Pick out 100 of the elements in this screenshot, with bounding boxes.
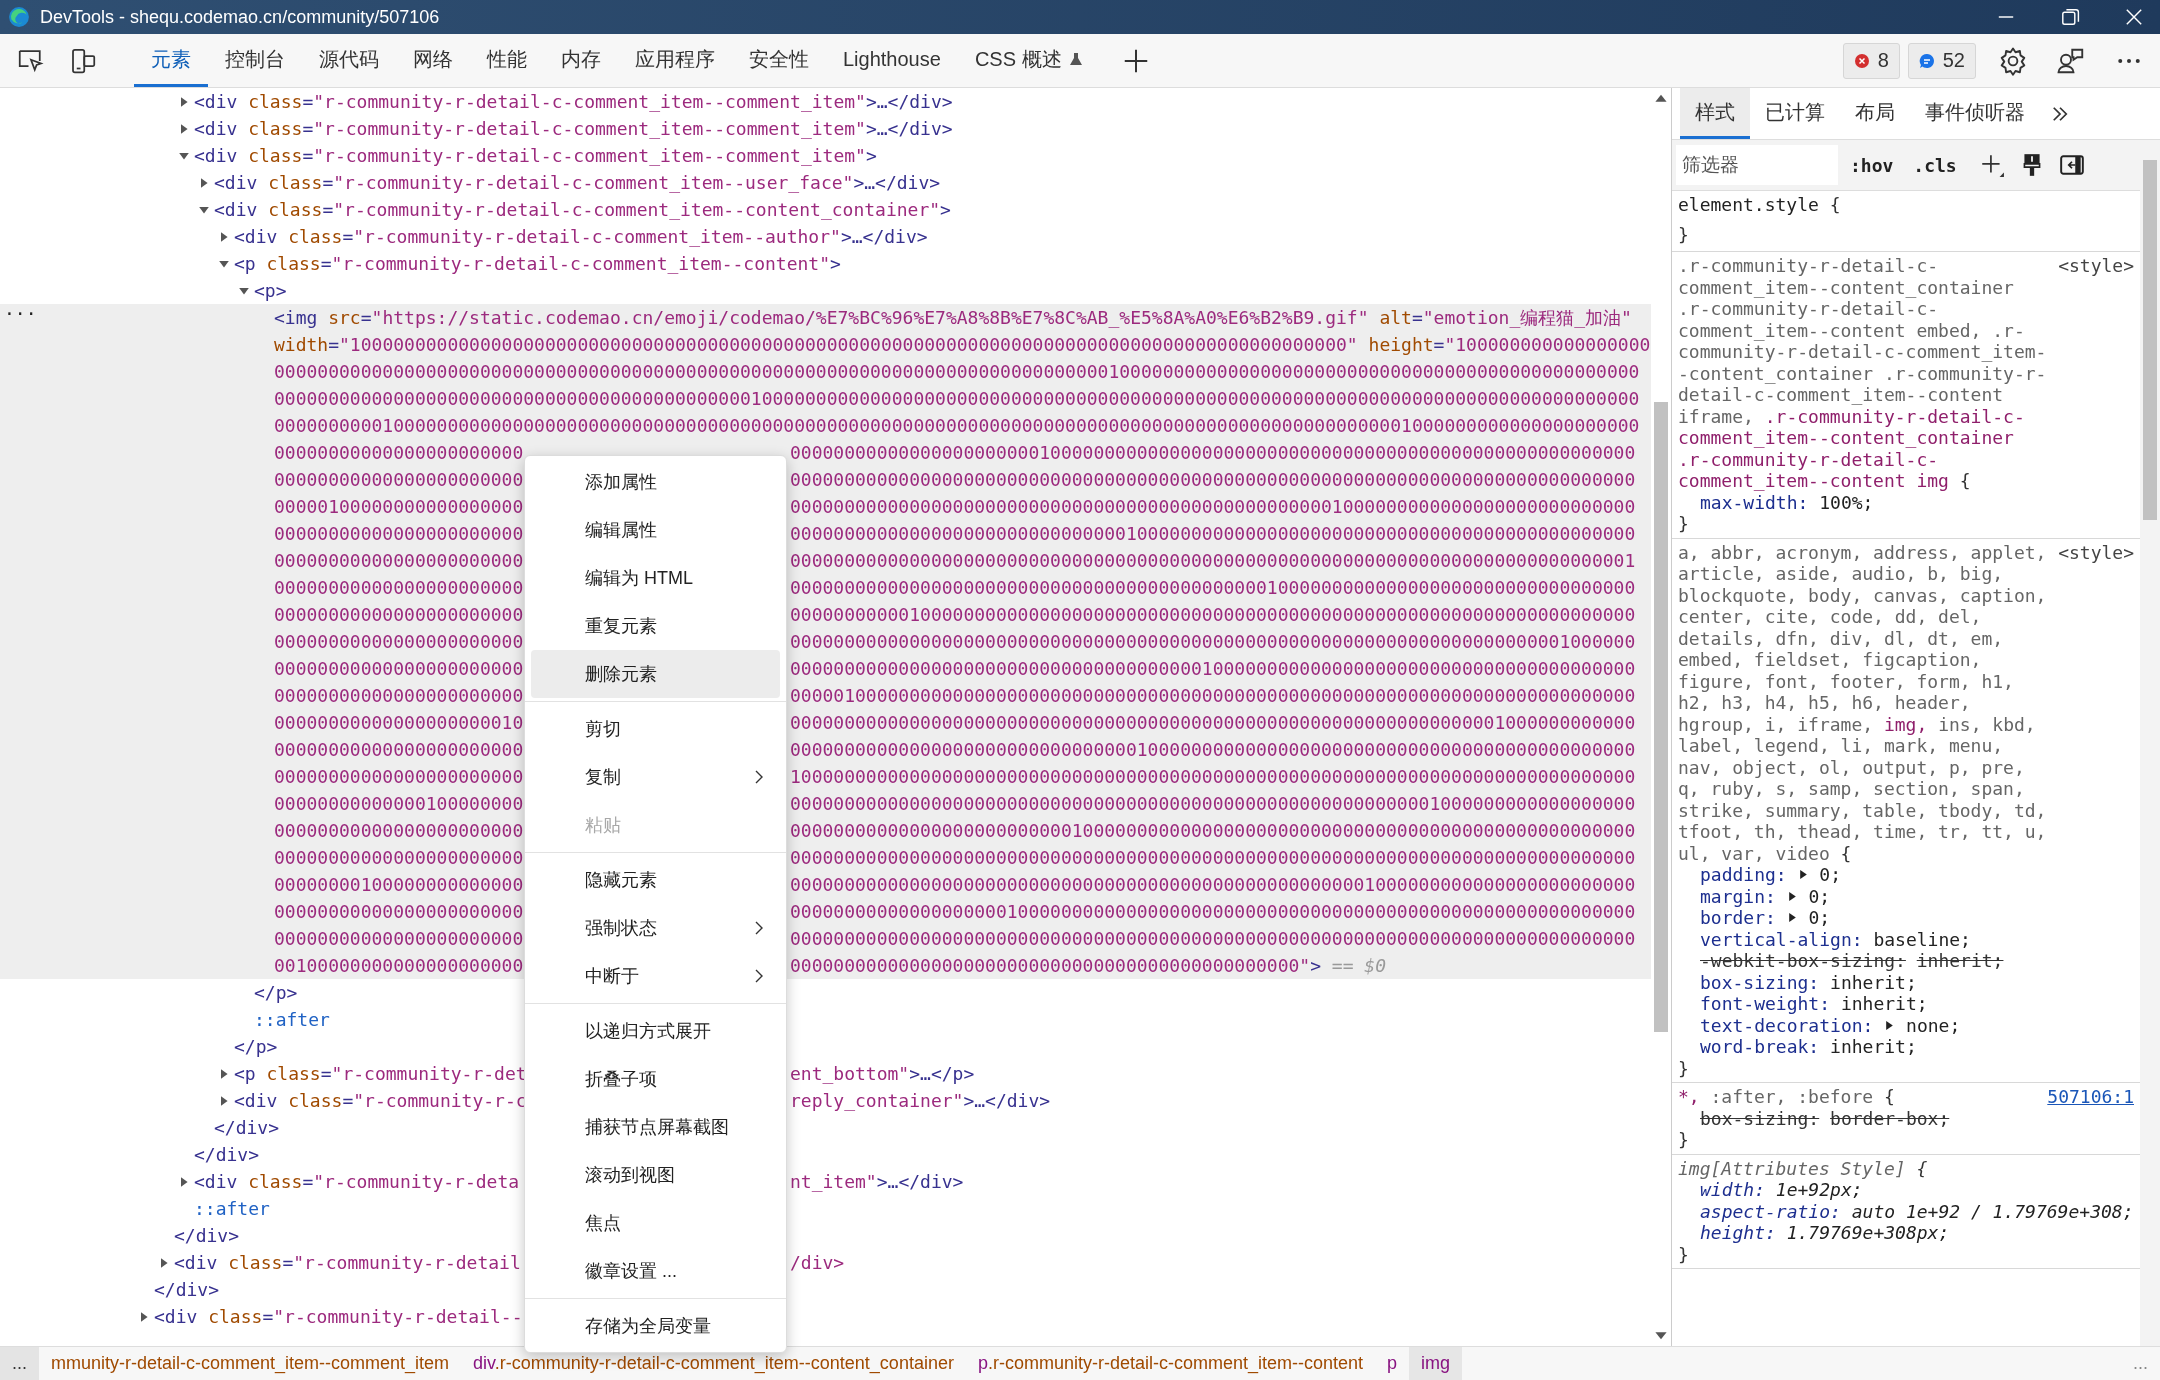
panel-tab[interactable]: 控制台 (208, 34, 302, 87)
css-property-value[interactable]: inherit; (1830, 971, 1917, 993)
expand-arrow-icon[interactable] (138, 1310, 150, 1323)
panel-tab[interactable]: CSS 概述 (957, 34, 1101, 87)
css-property-name[interactable]: text-decoration: (1700, 1014, 1874, 1036)
expand-triangle-icon[interactable] (1797, 869, 1809, 881)
sidebar-toggle-icon[interactable] (2058, 152, 2085, 178)
css-property-value[interactable]: 1.79769e+308px; (1786, 1222, 1950, 1244)
css-property-name[interactable]: word-break: (1700, 1036, 1820, 1058)
panel-tab[interactable]: 网络 (396, 34, 470, 87)
panel-tab[interactable]: 源代码 (302, 34, 396, 87)
panel-tab[interactable]: 性能 (470, 34, 544, 87)
breadcrumb-item[interactable]: mmunity-r-detail-c-comment_item--comment_item (39, 1347, 462, 1380)
panel-tab[interactable]: 安全性 (732, 34, 826, 87)
css-property-name[interactable]: font-weight: (1700, 993, 1831, 1015)
node-actions-dots[interactable]: ... (4, 298, 37, 319)
scrollbar-thumb[interactable] (2143, 160, 2157, 520)
expand-arrow-icon[interactable] (158, 1256, 170, 1269)
menu-item[interactable]: 添加属性 (531, 458, 780, 506)
css-property-value[interactable]: 0; (1808, 885, 1831, 907)
css-property-value[interactable]: inherit; (1916, 950, 2004, 972)
dom-node-text: 000000000000000000000000000000000000000000000000000001000000000000000000000000 (790, 873, 1636, 897)
menu-item[interactable]: 重复元素 (531, 602, 780, 650)
menu-item[interactable]: 存储为全局变量 (531, 1302, 780, 1350)
css-property-name[interactable]: vertical-align: (1700, 928, 1863, 950)
dom-node-text: 000000000000000000000000000000010000000000000000000000000000000000000000000000 (790, 522, 1636, 546)
css-property-value[interactable]: 100%; (1819, 491, 1874, 513)
scrollbar-thumb[interactable] (1654, 402, 1668, 1032)
settings-icon[interactable] (1998, 45, 2028, 76)
expand-arrow-icon[interactable] (218, 1067, 230, 1080)
selected-marker: == $0 (1331, 954, 1387, 978)
menu-item[interactable]: 强制状态 (531, 904, 780, 952)
menu-item[interactable]: 以递归方式展开 (531, 1007, 780, 1055)
css-property-name[interactable]: box-sizing: (1700, 1107, 1820, 1129)
menu-item[interactable]: 隐藏元素 (531, 856, 780, 904)
breadcrumb-item[interactable]: div.r-community-r-detail-c-comment_item--content_container (461, 1347, 966, 1380)
expand-arrow-icon[interactable] (178, 1175, 190, 1188)
css-property-value[interactable]: inherit; (1840, 993, 1928, 1015)
menu-item[interactable]: 焦点 (531, 1199, 780, 1247)
css-property-name[interactable]: aspect-ratio: (1700, 1200, 1841, 1222)
panel-tab[interactable]: 应用程序 (618, 34, 732, 87)
css-property-value[interactable]: baseline; (1873, 928, 1971, 950)
panel-tab[interactable]: 元素 (134, 34, 208, 87)
sidebar-tab[interactable]: 已计算 (1750, 88, 1840, 139)
css-property-name[interactable]: padding: (1700, 864, 1787, 886)
sidebar-tab[interactable]: 事件侦听器 (1910, 88, 2040, 139)
sidebar-tab[interactable]: 布局 (1840, 88, 1910, 139)
menu-item[interactable]: 删除元素 (531, 650, 780, 698)
css-property-name[interactable]: border: (1700, 907, 1776, 929)
css-property-value[interactable]: 0; (1819, 864, 1842, 886)
css-property-name[interactable]: max-width: (1700, 491, 1809, 513)
css-property-value[interactable]: border-box; (1830, 1107, 1950, 1129)
css-property-name[interactable]: -webkit-box-sizing: (1700, 950, 1906, 972)
dom-node-text: 000000000000000000000000001000000000000000000000000000000000000000000000000000 (790, 819, 1636, 843)
rule-source: <style> (2058, 541, 2134, 563)
panel-tab[interactable]: 内存 (544, 34, 618, 87)
menu-item[interactable]: 剪切 (531, 705, 780, 753)
menu-item[interactable]: 编辑为 HTML (531, 554, 780, 602)
issue-counter[interactable]: 52 (1907, 42, 1976, 79)
menu-item[interactable]: 复制 (531, 753, 780, 801)
css-property-value[interactable]: auto 1e+92 / 1.79769e+308; (1851, 1200, 2134, 1222)
dom-node-text: 00000000000000000000000000000000000000000000000"> (790, 954, 1321, 978)
expand-arrow-icon[interactable] (218, 230, 230, 243)
menu-item[interactable]: 编辑属性 (531, 506, 780, 554)
expand-triangle-icon[interactable] (1786, 912, 1798, 924)
css-property-name[interactable]: box-sizing: (1700, 971, 1820, 993)
css-property-name[interactable]: height: (1700, 1222, 1776, 1244)
menu-item[interactable]: 捕获节点屏幕截图 (531, 1103, 780, 1151)
toggle-button[interactable]: :hov (1842, 154, 1902, 176)
breadcrumb-overflow[interactable]: ... (0, 1347, 39, 1380)
menu-item[interactable]: 滚动到视图 (531, 1151, 780, 1199)
dom-node-text: 00000000000000000000000 (274, 576, 524, 600)
dom-node-text: 00000000000000000000000 (274, 927, 524, 951)
menu-item[interactable]: 折叠子项 (531, 1055, 780, 1103)
menu-item[interactable]: 中断于 (531, 952, 780, 1000)
css-property-value[interactable]: 1e+92px; (1775, 1179, 1863, 1201)
expand-arrow-icon[interactable] (178, 95, 190, 108)
breadcrumb-item[interactable]: p.r-community-r-detail-c-comment_item--content (965, 1347, 1376, 1380)
expand-arrow-icon[interactable] (198, 176, 210, 189)
expand-triangle-icon[interactable] (1884, 1019, 1896, 1031)
menu-item[interactable]: 徽章设置 ... (531, 1247, 780, 1295)
source-link[interactable]: 507106:1 (2047, 1086, 2134, 1108)
breadcrumb-item[interactable]: p (1375, 1347, 1410, 1380)
css-property-value[interactable]: 0; (1808, 907, 1831, 929)
css-property-value[interactable]: none; (1906, 1014, 1961, 1036)
expand-triangle-icon[interactable] (1786, 890, 1798, 902)
css-property-value[interactable]: inherit; (1830, 1036, 1917, 1058)
toggle-button[interactable]: .cls (1905, 154, 1965, 176)
css-property-name[interactable]: width: (1700, 1179, 1766, 1201)
issue-counter[interactable]: 8 (1842, 42, 1900, 79)
css-property-name[interactable]: margin: (1700, 885, 1776, 907)
dom-node-text: 00000000000000000000000 (274, 549, 524, 573)
filter-field[interactable]: 筛选器 (1676, 145, 1838, 185)
dom-node-text: 000000000000000000000000000000000000000000000000000000000000000000000000000001000000000000000000000000000000000000000000000000 (274, 360, 1640, 384)
expand-arrow-icon[interactable] (178, 122, 190, 135)
breadcrumb-item[interactable]: img (1409, 1347, 1463, 1380)
dom-node-text: </div> (154, 1278, 220, 1302)
panel-tab[interactable]: Lighthouse (826, 34, 958, 87)
expand-arrow-icon[interactable] (218, 1094, 230, 1107)
sidebar-tab[interactable]: 样式 (1680, 88, 1750, 139)
